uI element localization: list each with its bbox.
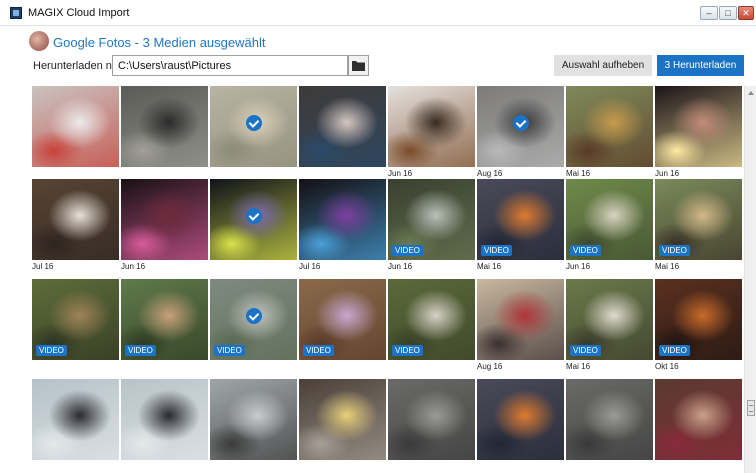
media-date: Mai 16 [566,362,591,371]
video-badge: VIDEO [214,345,245,356]
media-thumbnail[interactable] [32,179,119,260]
media-thumbnail[interactable] [477,279,564,360]
media-date: Aug 16 [477,169,503,178]
video-badge: VIDEO [392,245,423,256]
video-badge: VIDEO [392,345,423,356]
media-thumbnail[interactable]: VIDEO [655,179,742,260]
media-date: Mai 16 [477,262,502,271]
download-path-input[interactable] [112,55,348,76]
media-thumbnail[interactable] [121,86,208,167]
media-date: Jul 16 [32,262,54,271]
media-grid: Jun 16 Aug 16 Mai 16 Jun 16 Jul 16 Jun 16 Jul … [32,86,744,473]
media-thumbnail[interactable]: VIDEO [32,279,119,360]
browse-folder-button[interactable] [348,55,369,76]
media-thumbnail[interactable] [210,86,297,167]
scrollbar-thumb[interactable] [747,400,755,416]
deselect-button[interactable]: Auswahl aufheben [554,55,652,76]
maximize-button[interactable]: □ [719,6,737,20]
checkmark-icon [246,208,262,224]
media-thumbnail[interactable]: VIDEO [477,179,564,260]
video-badge: VIDEO [570,245,601,256]
media-date: Jun 16 [388,262,413,271]
media-thumbnail[interactable] [121,179,208,260]
media-thumbnail[interactable] [655,379,742,460]
checkmark-icon [246,308,262,324]
vertical-scrollbar[interactable] [744,86,756,473]
window-title: MAGIX Cloud Import [28,7,130,19]
video-badge: VIDEO [570,345,601,356]
checkmark-icon [513,115,529,131]
title-bar: MAGIX Cloud Import – □ ✕ [0,0,756,26]
video-badge: VIDEO [481,245,512,256]
media-thumbnail[interactable] [477,379,564,460]
media-thumbnail[interactable]: VIDEO [566,279,653,360]
scroll-up-arrow-icon[interactable] [748,91,754,95]
close-button[interactable]: ✕ [738,6,754,20]
media-thumbnail[interactable] [299,86,386,167]
media-thumbnail[interactable] [121,379,208,460]
video-badge: VIDEO [659,245,690,256]
video-badge: VIDEO [303,345,334,356]
media-date: Okt 16 [655,362,679,371]
media-date: Jul 16 [299,262,321,271]
download-button[interactable]: 3 Herunterladen [657,55,744,76]
video-badge: VIDEO [659,345,690,356]
media-date: Mai 16 [566,169,591,178]
avatar [29,31,49,51]
media-date: Jun 16 [566,262,591,271]
media-date: Jun 16 [121,262,146,271]
video-badge: VIDEO [36,345,67,356]
media-thumbnail[interactable] [477,86,564,167]
media-date: Jun 16 [388,169,413,178]
folder-icon [352,61,365,71]
media-thumbnail[interactable]: VIDEO [655,279,742,360]
video-badge: VIDEO [125,345,156,356]
media-thumbnail[interactable] [388,379,475,460]
media-thumbnail[interactable] [210,179,297,260]
media-thumbnail[interactable] [32,379,119,460]
minimize-button[interactable]: – [700,6,718,20]
media-thumbnail[interactable] [388,86,475,167]
media-thumbnail[interactable] [299,179,386,260]
page-title: Google Fotos - 3 Medien ausgewählt [53,35,266,50]
media-thumbnail[interactable]: VIDEO [388,179,475,260]
media-thumbnail[interactable]: VIDEO [210,279,297,360]
media-thumbnail[interactable]: VIDEO [299,279,386,360]
media-thumbnail[interactable] [566,86,653,167]
media-thumbnail[interactable] [32,86,119,167]
media-thumbnail[interactable] [210,379,297,460]
media-thumbnail[interactable]: VIDEO [566,179,653,260]
media-date: Mai 16 [655,262,680,271]
media-thumbnail[interactable]: VIDEO [388,279,475,360]
media-thumbnail[interactable] [566,379,653,460]
app-icon [10,7,22,19]
media-thumbnail[interactable] [655,86,742,167]
checkmark-icon [246,115,262,131]
media-date: Aug 16 [477,362,503,371]
media-thumbnail[interactable]: VIDEO [121,279,208,360]
media-date: Jun 16 [655,169,680,178]
media-thumbnail[interactable] [299,379,386,460]
